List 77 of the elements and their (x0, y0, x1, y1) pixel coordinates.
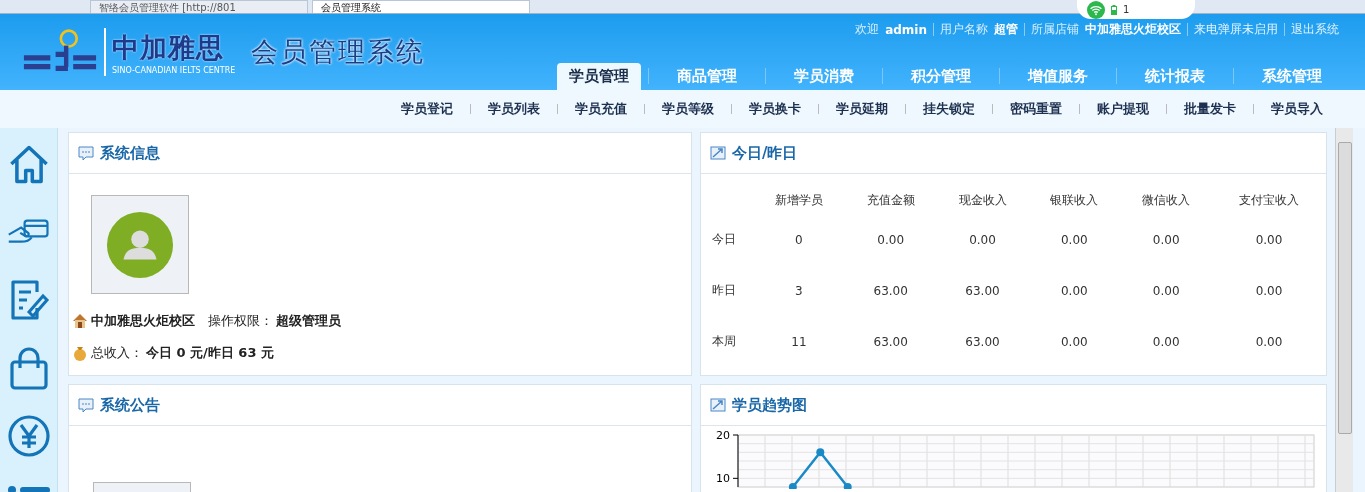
permission-value: 超级管理员 (276, 312, 341, 330)
table-cell-text: 63.00 (872, 282, 909, 300)
user-info-value: admin (885, 22, 927, 37)
table-cell-text: 63.00 (872, 333, 909, 351)
column-header: 支付宝收入 (1238, 191, 1301, 209)
column-header: 现金收入 (957, 191, 1008, 209)
table-cell-text: 0.00 (876, 231, 906, 249)
panel-title: 学员趋势图 (732, 395, 807, 415)
column-header: 新增学员 (773, 191, 824, 209)
notification-count: 1 (1123, 4, 1130, 15)
table-cell-text: 63.00 (964, 333, 1001, 351)
browser-tab[interactable]: 会员管理系统 (312, 0, 530, 13)
table-cell-text: 0.00 (1254, 231, 1284, 249)
panel-title: 系统信息 (100, 143, 160, 163)
y-tick-label: 20 (716, 429, 730, 442)
logo-subtext: SINO-CANADIAN IELTS CENTRE (112, 65, 236, 75)
table-cell-text: 0.00 (1060, 282, 1089, 300)
table-cell-text: 0.00 (1254, 282, 1284, 300)
house-icon (72, 313, 88, 329)
column-header: 充值金额 (865, 191, 916, 209)
column-header: 微信收入 (1141, 191, 1192, 209)
avatar-icon (106, 210, 174, 279)
user-info-label: 用户名称 (940, 21, 988, 38)
row-label: 本周 (711, 333, 737, 350)
money-bag-icon (72, 345, 88, 361)
data-point (816, 448, 825, 457)
user-info-value: 中加雅思火炬校区 (1085, 21, 1181, 38)
table-cell-text: 0.00 (968, 231, 997, 249)
table-cell-text: 0.00 (1060, 333, 1089, 351)
user-info-label: 欢迎 (855, 21, 880, 38)
browser-tab[interactable]: 智络会员管理软件 [http://801 (90, 0, 308, 13)
scrollbar[interactable] (1335, 128, 1353, 492)
chat-icon (78, 145, 94, 161)
subnav-link[interactable]: 学员充值 (575, 100, 627, 118)
table-cell-text: 0 (794, 231, 804, 249)
nav-tab[interactable]: 学员管理 (557, 63, 641, 90)
income-value: 今日 0 元/昨日 63 元 (146, 344, 274, 362)
chat-icon (78, 397, 94, 413)
subnav-link[interactable]: 挂失锁定 (923, 100, 975, 118)
table-cell-text: 63.00 (964, 282, 1001, 300)
subnav-link[interactable]: 密码重置 (1010, 100, 1062, 118)
yen-icon[interactable] (6, 414, 51, 458)
store-name: 中加雅思火炬校区 (91, 312, 195, 330)
table-cell-text: 0.00 (1151, 333, 1181, 351)
scrollbar-thumb[interactable] (1338, 142, 1352, 434)
subnav-link[interactable]: 学员列表 (488, 100, 540, 118)
user-info-label: 所属店铺 (1031, 21, 1079, 38)
data-point (788, 483, 797, 489)
battery-icon (1111, 4, 1117, 15)
subnav-link[interactable]: 账户提现 (1097, 100, 1149, 118)
subnav-link[interactable]: 学员登记 (401, 100, 453, 118)
chart-icon (710, 145, 726, 161)
table-cell-text: 0.00 (1060, 231, 1089, 249)
logo-text: 中加雅思 (112, 30, 225, 65)
table-cell-text: 3 (794, 282, 804, 300)
subnav-link[interactable]: 批量发卡 (1184, 100, 1236, 118)
panel-title: 系统公告 (100, 395, 160, 415)
table-cell-text: 0.00 (1151, 282, 1181, 300)
data-point (843, 483, 852, 489)
column-header: 银联收入 (1049, 191, 1100, 209)
permission-label: 操作权限： (208, 312, 273, 330)
row-label: 今日 (711, 231, 737, 248)
y-tick-label: 10 (716, 472, 730, 486)
app-title: 会员管理系统 (251, 35, 426, 69)
subnav-link[interactable]: 学员换卡 (749, 100, 801, 118)
table-cell-text: 11 (790, 333, 808, 351)
user-info-value: 超管 (994, 21, 1018, 38)
panel-title: 今日/昨日 (732, 143, 798, 163)
row-label: 昨日 (711, 282, 737, 299)
subnav-link[interactable]: 学员等级 (662, 100, 714, 118)
chart-icon (710, 397, 726, 413)
table-cell-text: 0.00 (1151, 231, 1181, 249)
subnav-link[interactable]: 学员延期 (836, 100, 888, 118)
y-axis (732, 434, 739, 488)
table-cell-text: 0.00 (1254, 333, 1284, 351)
income-label: 总收入： (91, 344, 143, 362)
subnav-link[interactable]: 学员导入 (1271, 100, 1323, 118)
